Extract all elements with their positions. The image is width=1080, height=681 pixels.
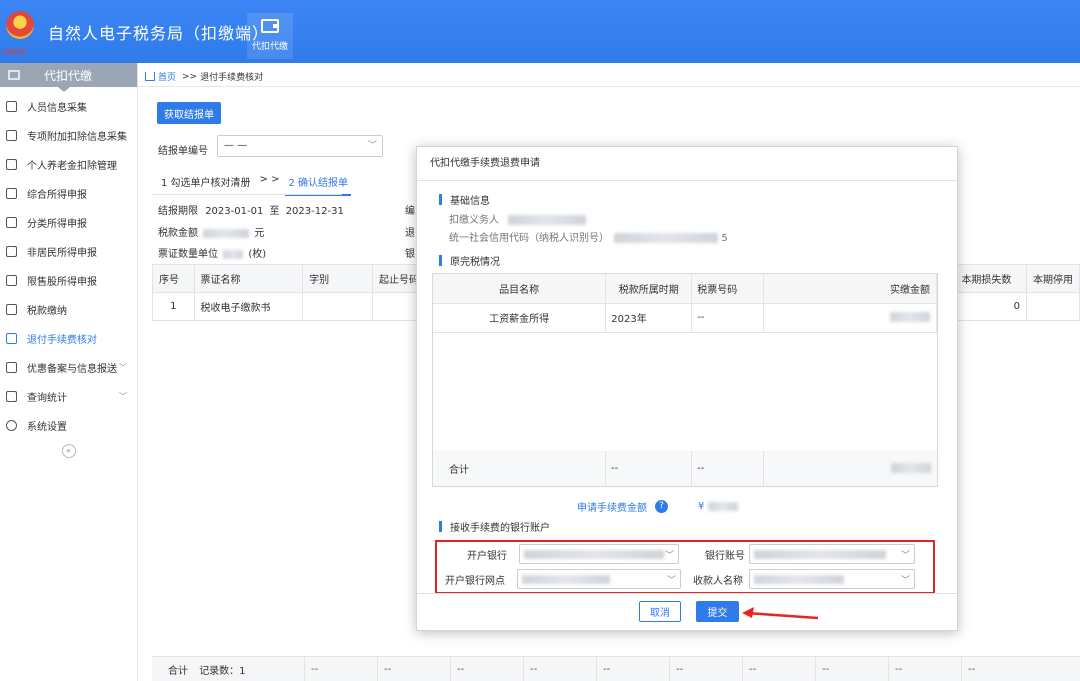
sidebar: 代扣代缴 人员信息采集 专项附加扣除信息采集 个人养老金扣除管理 综合所得申报 … [0, 63, 138, 681]
breadcrumb-current: 退付手续费核对 [200, 73, 264, 83]
sidebar-item-settings[interactable]: 系统设置 [0, 411, 137, 440]
app-header: 中国税务 自然人电子税务局（扣缴端） 代扣代缴 [0, 0, 1080, 63]
tax-logo: 中国税务 [2, 7, 38, 57]
report-no-label: 结报单编号 [158, 146, 208, 157]
chevron-down-icon: ﹀ [666, 576, 676, 586]
query-icon [6, 391, 17, 402]
sidebar-item-preferential[interactable]: 优惠备案与信息报送 ﹀ [0, 353, 137, 382]
home-icon [145, 72, 155, 81]
module-tab-withholding[interactable]: 代扣代缴 [247, 13, 293, 59]
list-icon [6, 130, 17, 141]
bank-label: 开户银行 [467, 551, 507, 562]
chevron-down-icon: ﹀ [367, 141, 377, 151]
module-icon [8, 70, 20, 80]
payee-select[interactable]: ﹀ [749, 569, 915, 589]
redacted-value [891, 463, 931, 473]
chevron-down-icon: ﹀ [900, 551, 910, 561]
sum-row: 合计 -- -- [432, 451, 938, 487]
doc-icon [6, 333, 17, 344]
step-tabs: 1 勾选单户核对清册 > > 2 确认结报单 [158, 172, 352, 196]
bank-select[interactable]: ﹀ [519, 544, 679, 564]
sidebar-collapse-button[interactable]: « [61, 444, 76, 458]
sidebar-item-restricted-stock[interactable]: 限售股所得申报 [0, 266, 137, 295]
dialog-title: 代扣代缴手续费退费申请 [417, 147, 957, 181]
wallet-icon [6, 304, 17, 315]
app-title: 自然人电子税务局（扣缴端） [48, 23, 270, 43]
branch-select[interactable]: ﹀ [517, 569, 681, 589]
account-label: 银行账号 [705, 551, 745, 562]
person-plus-icon [6, 246, 17, 257]
section-original-tax: 原完税情况 [439, 253, 500, 268]
redacted-value [522, 575, 610, 584]
sidebar-item-classified[interactable]: 分类所得申报 [0, 208, 137, 237]
section-basic-info: 基础信息 [439, 192, 490, 207]
divider [152, 194, 342, 195]
breadcrumb: 首页 >> 退付手续费核对 [145, 70, 263, 83]
redacted-value [223, 249, 244, 259]
table-row[interactable]: 工资薪金所得 2023年 -- [433, 303, 937, 333]
file-icon [6, 362, 17, 373]
layers-icon [6, 188, 17, 199]
payee-label: 收款人名称 [693, 576, 743, 587]
bank-account-highlight: 开户银行 ﹀ 银行账号 ﹀ 开户银行网点 ﹀ 收款人名称 ﹀ [435, 540, 935, 594]
step-2[interactable]: 2 确认结报单 [285, 172, 352, 196]
get-report-button[interactable]: 获取结报单 [157, 102, 221, 124]
emblem-icon [6, 10, 34, 39]
redacted-value [203, 228, 250, 238]
sidebar-item-query[interactable]: 查询统计 ﹀ [0, 382, 137, 411]
redacted-value [890, 312, 930, 322]
redacted-value [508, 215, 587, 225]
tax-amount-info: 税款金额 元 [158, 228, 265, 239]
sidebar-item-fee-refund[interactable]: 退付手续费核对 [0, 324, 137, 353]
step-1[interactable]: 1 勾选单户核对清册 [158, 172, 254, 196]
user-icon [6, 101, 17, 112]
pie-icon [6, 217, 17, 228]
chevron-down-icon: ﹀ [119, 363, 127, 372]
cancel-button[interactable]: 取消 [639, 601, 681, 622]
redacted-value [754, 550, 886, 559]
sidebar-item-person-info[interactable]: 人员信息采集 [0, 92, 137, 121]
fee-amount-line: 申请手续费金额 ? ¥ [577, 499, 739, 514]
redacted-value [754, 575, 844, 584]
fee-refund-dialog: 代扣代缴手续费退费申请 基础信息 扣缴义务人 统一社会信用代码（纳税人识别号） … [416, 146, 958, 631]
divider [417, 593, 957, 594]
submit-button[interactable]: 提交 [696, 601, 739, 622]
chevron-down-icon: ﹀ [119, 392, 127, 401]
branch-label: 开户银行网点 [445, 576, 505, 587]
chevron-down-icon: ﹀ [664, 551, 674, 561]
breadcrumb-home[interactable]: 首页 [158, 70, 176, 83]
pension-icon [6, 159, 17, 170]
divider [138, 86, 1080, 87]
wallet-icon [261, 19, 279, 33]
redacted-value [708, 502, 739, 511]
section-bank-account: 接收手续费的银行账户 [439, 519, 550, 534]
sidebar-item-pension[interactable]: 个人养老金扣除管理 [0, 150, 137, 179]
sidebar-item-special-deduction[interactable]: 专项附加扣除信息采集 [0, 121, 137, 150]
sidebar-item-tax-payment[interactable]: 税款缴纳 [0, 295, 137, 324]
period-info: 结报期限 2023-01-01 至 2023-12-31 [158, 206, 344, 217]
sidebar-item-comprehensive[interactable]: 综合所得申报 [0, 179, 137, 208]
chart-icon [6, 275, 17, 286]
gear-icon [6, 420, 17, 431]
redacted-value [524, 550, 664, 559]
help-icon[interactable]: ? [655, 500, 668, 513]
original-tax-table: 品目名称 税款所属时期 税票号码 实缴金额 工资薪金所得 2023年 -- [432, 273, 938, 455]
chevron-down-icon: ﹀ [900, 576, 910, 586]
sidebar-item-nonresident[interactable]: 非居民所得申报 [0, 237, 137, 266]
ticket-unit-info: 票证数量单位 (枚) [158, 249, 267, 260]
report-no-select[interactable]: — — ﹀ [217, 135, 383, 157]
withholder-field: 扣缴义务人 [449, 211, 587, 226]
red-arrow-annotation [742, 607, 819, 620]
credit-code-field: 统一社会信用代码（纳税人识别号） 5 [449, 233, 728, 244]
redacted-value [614, 233, 719, 243]
account-select[interactable]: ﹀ [749, 544, 915, 564]
table-footer: 合计 记录数：1 -- -- -- -- -- -- -- -- -- -- [152, 656, 1080, 681]
sidebar-section-title: 代扣代缴 [0, 63, 137, 92]
